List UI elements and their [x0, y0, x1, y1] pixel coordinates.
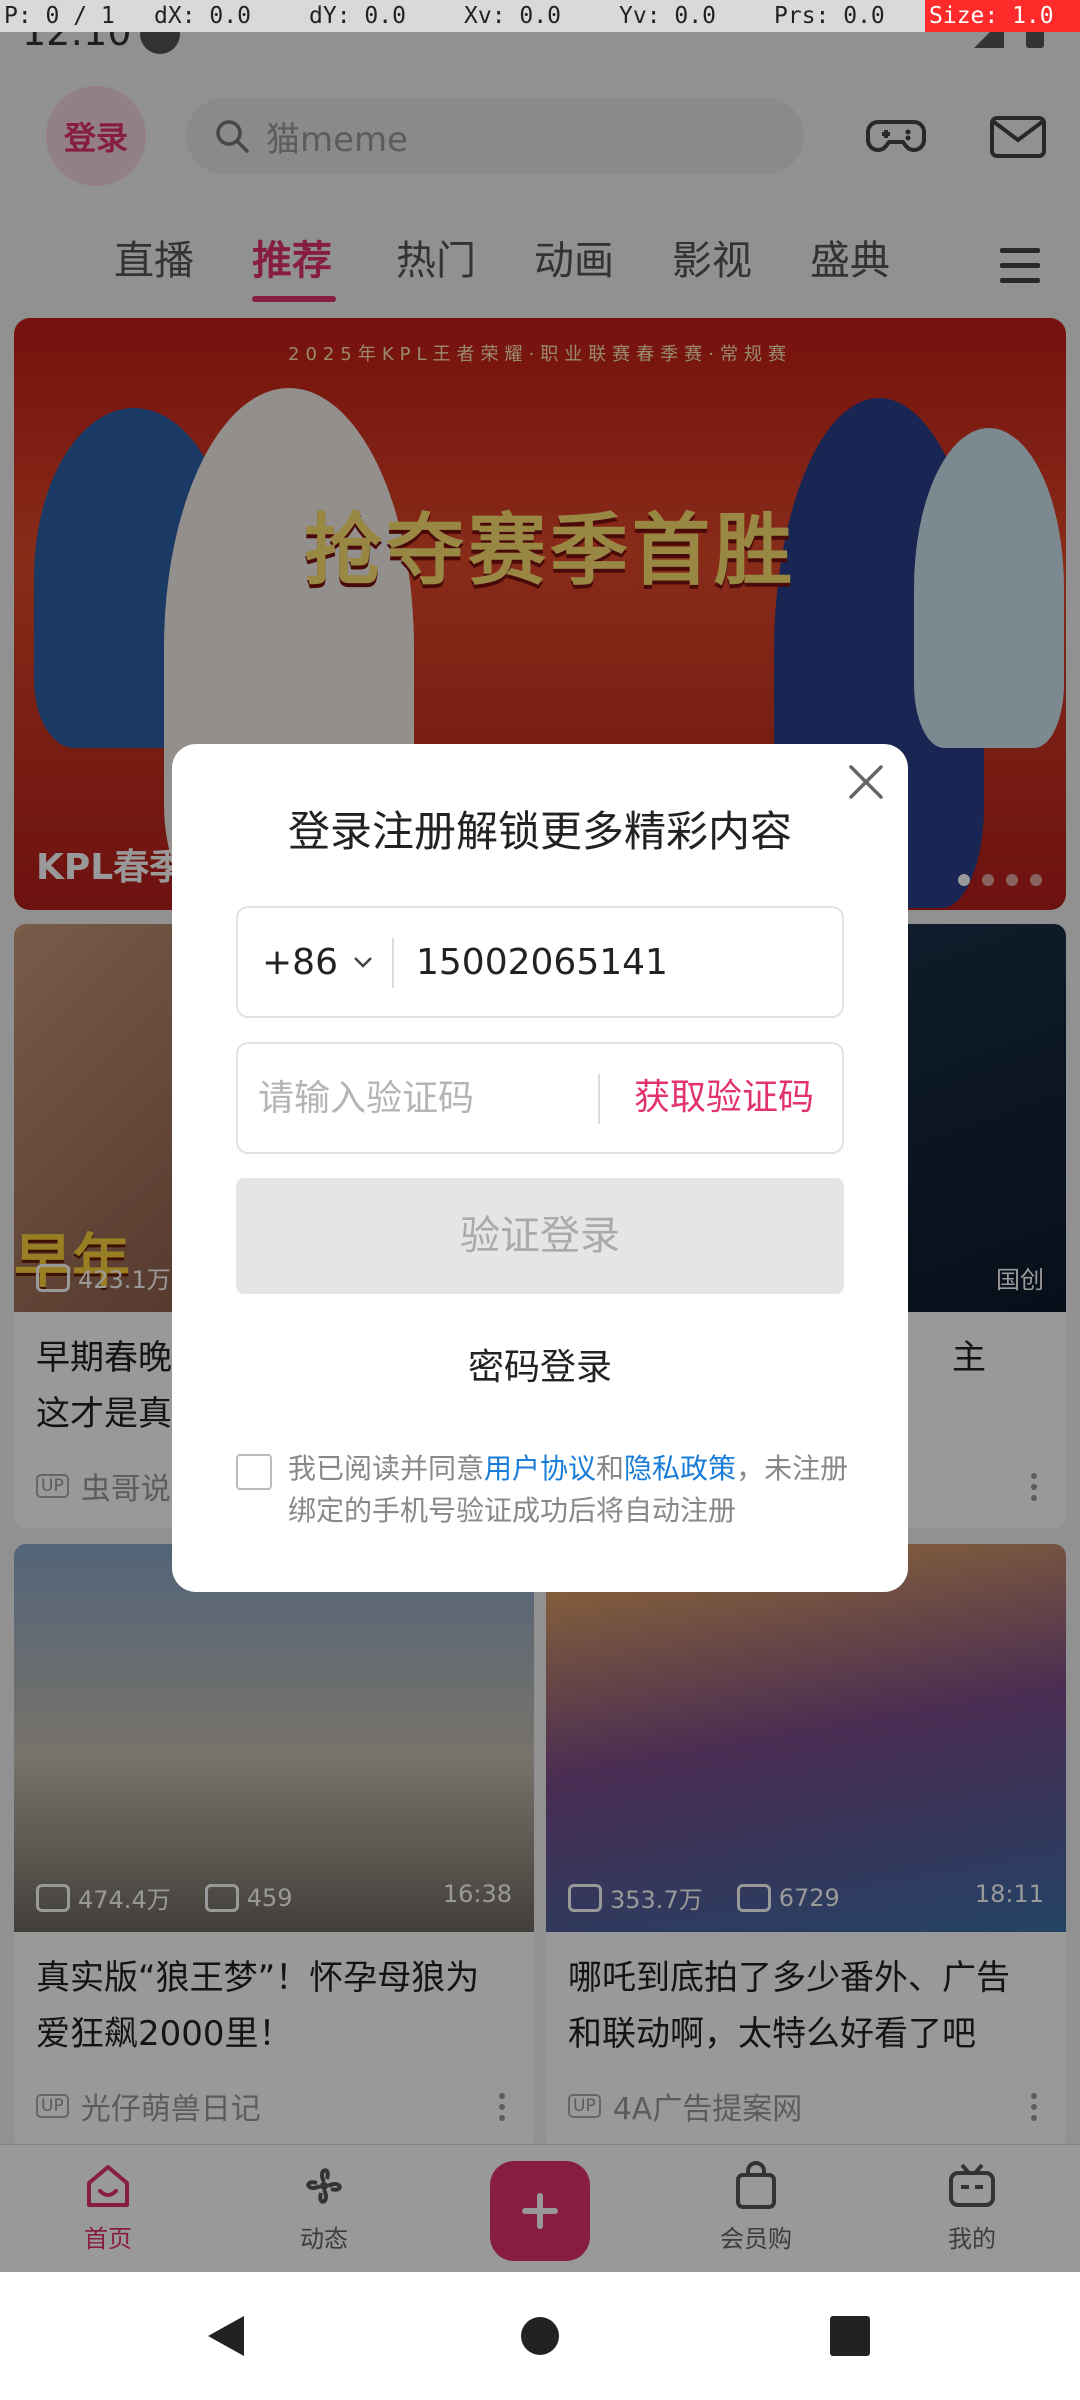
- debug-yv: Yv: 0.0: [619, 3, 716, 29]
- close-icon[interactable]: [846, 762, 886, 802]
- back-icon[interactable]: [204, 2312, 248, 2360]
- phone-field: +86: [236, 906, 844, 1018]
- debug-dx: dX: 0.0: [154, 3, 251, 29]
- verification-code-input[interactable]: [258, 1044, 588, 1152]
- debug-xv: Xv: 0.0: [464, 3, 561, 29]
- system-navigation-bar: [0, 2272, 1080, 2400]
- recents-icon[interactable]: [830, 2316, 870, 2356]
- agreement-text: 我已阅读并同意用户协议和隐私政策，未注册绑定的手机号验证成功后将自动注册: [288, 1452, 849, 1527]
- field-divider: [598, 1074, 600, 1124]
- login-dialog: 登录注册解锁更多精彩内容 +86 获取验证码 验证登录 密码登录 我已阅读并同意…: [172, 744, 908, 1592]
- agreement-checkbox[interactable]: [236, 1454, 272, 1490]
- code-field: 获取验证码: [236, 1042, 844, 1154]
- dialog-title: 登录注册解锁更多精彩内容: [287, 807, 792, 856]
- get-code-button[interactable]: 获取验证码: [634, 1044, 814, 1152]
- debug-dy: dY: 0.0: [309, 3, 406, 29]
- privacy-policy-link[interactable]: 隐私政策: [624, 1452, 736, 1485]
- debug-size: Size: 1.0: [925, 0, 1080, 32]
- home-circle-icon[interactable]: [520, 2316, 560, 2356]
- pointer-debug-bar: P: 0 / 1 dX: 0.0 dY: 0.0 Xv: 0.0 Yv: 0.0…: [0, 0, 1080, 32]
- password-login-link[interactable]: 密码登录: [172, 1338, 908, 1390]
- field-divider: [392, 938, 394, 988]
- debug-prs: Prs: 0.0: [774, 3, 885, 29]
- chevron-down-icon: [354, 957, 372, 968]
- phone-input[interactable]: [416, 908, 816, 1016]
- country-code-select[interactable]: +86: [262, 908, 374, 1016]
- debug-pointer: P: 0 / 1: [4, 3, 115, 29]
- user-agreement-link[interactable]: 用户协议: [484, 1452, 596, 1485]
- verify-login-button[interactable]: 验证登录: [236, 1178, 844, 1294]
